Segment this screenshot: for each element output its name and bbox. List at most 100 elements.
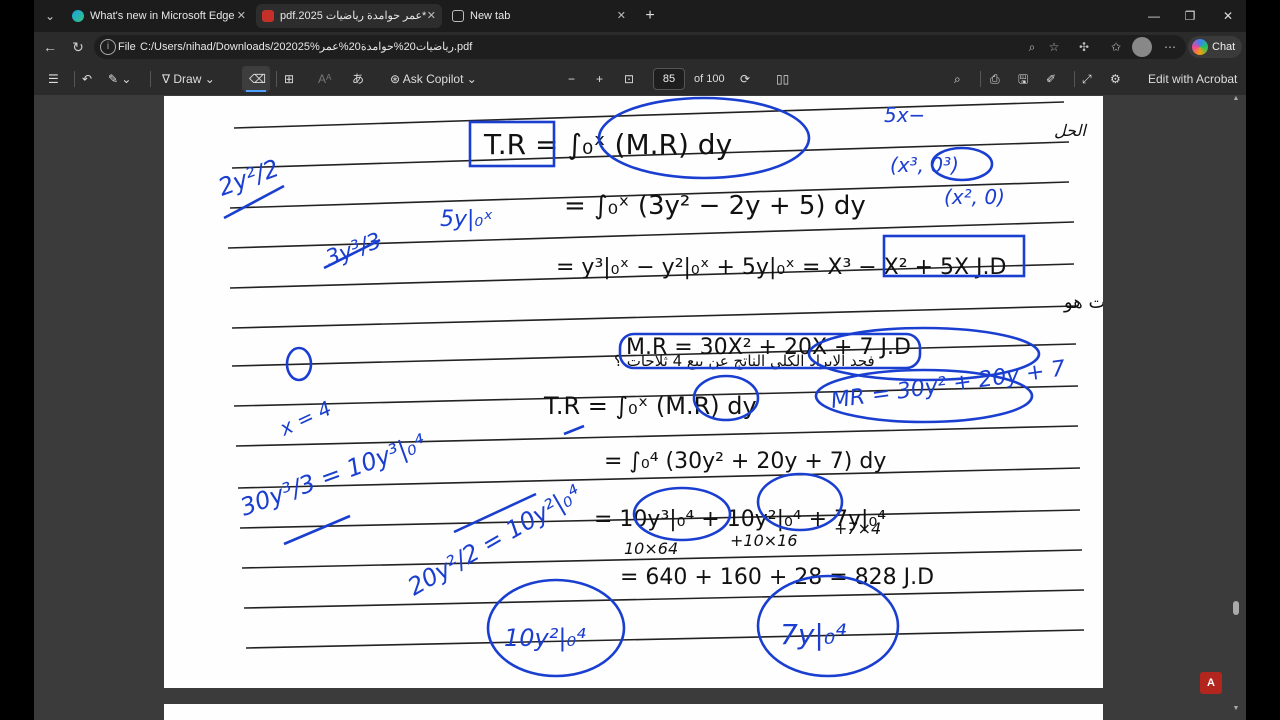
- text-box-icon[interactable]: ⊞: [284, 70, 294, 88]
- close-icon[interactable]: ✕: [237, 4, 246, 28]
- printed-line: = ∫₀ˣ (3y² − 2y + 5) dy: [564, 191, 866, 221]
- active-indicator: [246, 90, 266, 92]
- zoom-icon[interactable]: ⌕: [1024, 39, 1040, 55]
- tab-label: New tab: [470, 10, 511, 22]
- save-icon[interactable]: 🖫: [1018, 70, 1028, 88]
- eraser-icon: ⌫: [249, 72, 266, 86]
- tab-pdf[interactable]: pdf.2025 عمر حوامدة رياضيات* ✕: [256, 4, 442, 28]
- divider: [150, 71, 151, 87]
- annotation: (x², 0): [944, 185, 1005, 209]
- tab-whats-new[interactable]: What's new in Microsoft Edge ✕: [66, 4, 252, 28]
- search-icon[interactable]: ⌕: [954, 70, 961, 88]
- erase-button[interactable]: ⌫: [242, 66, 270, 92]
- tab-label: What's new in Microsoft Edge: [90, 10, 235, 22]
- printed-line: T.R = ∫₀ˣ (M.R) dy: [543, 392, 757, 420]
- tab-actions-menu-button[interactable]: ⌄: [40, 6, 60, 26]
- pdf-page: T.R = ∫₀ˣ (M.R) dy = ∫₀ˣ (3y² − 2y + 5) …: [164, 96, 1103, 688]
- page-number-input[interactable]: 85: [653, 68, 685, 90]
- printed-line: مثال : اذا كان اقتران الايراد الحدي الشه…: [1063, 292, 1103, 313]
- more-options-icon[interactable]: ⋯: [1162, 39, 1178, 55]
- annotation: +10×16: [730, 531, 798, 550]
- highlight-icon[interactable]: ✎ ⌄: [108, 70, 131, 88]
- divider: [276, 71, 277, 87]
- settings-gear-icon[interactable]: ⚙: [1110, 70, 1121, 88]
- chat-label: Chat: [1212, 41, 1236, 53]
- acrobat-icon[interactable]: A: [1200, 672, 1222, 694]
- next-pdf-page: [164, 704, 1103, 720]
- annotation: x = 4: [275, 396, 335, 441]
- text-format-icon: Aᴬ: [318, 72, 332, 86]
- favorites-icon[interactable]: ✩: [1108, 39, 1124, 55]
- close-icon[interactable]: ✕: [427, 4, 436, 28]
- print-icon[interactable]: ⎙: [990, 70, 1000, 88]
- scroll-up-arrow[interactable]: ▲: [1231, 94, 1241, 104]
- annotation: 10×64: [624, 539, 678, 558]
- address-bar-row: ← ↻ i File C:/Users/nihad/Downloads/2020…: [34, 32, 1246, 62]
- annotation: 30y³/3 = 10y³|₀⁴: [236, 429, 429, 522]
- annotation: 2y²/2: [214, 154, 282, 202]
- annotation: (x³, 0³): [890, 153, 959, 177]
- tab-label: pdf.2025 عمر حوامدة رياضيات*: [280, 10, 427, 22]
- zoom-out-icon[interactable]: −: [568, 70, 575, 88]
- info-icon[interactable]: i: [100, 39, 116, 55]
- page-view-icon[interactable]: ▯▯: [776, 70, 789, 88]
- annotation: 20y²/2 = 10y²|₀⁴: [403, 479, 586, 601]
- scrollbar-thumb[interactable]: [1233, 601, 1239, 615]
- copilot-chat-button[interactable]: Chat: [1188, 36, 1242, 58]
- draw-button[interactable]: ∇ Draw ⌄: [162, 70, 215, 88]
- favorite-star-icon[interactable]: ☆: [1046, 39, 1062, 55]
- save-as-icon[interactable]: ✐: [1046, 70, 1056, 88]
- ruled-line: [233, 101, 1065, 129]
- edit-with-acrobat-button[interactable]: Edit with Acrobat: [1148, 70, 1237, 88]
- avatar[interactable]: [1132, 37, 1152, 57]
- chevron-down-icon: ⌄: [204, 72, 215, 86]
- close-icon[interactable]: ✕: [617, 4, 626, 28]
- draw-label: Draw: [173, 72, 202, 86]
- new-tab-button[interactable]: +: [640, 6, 660, 26]
- pdf-viewer[interactable]: T.R = ∫₀ˣ (M.R) dy = ∫₀ˣ (3y² − 2y + 5) …: [34, 94, 1246, 720]
- ink-line: [283, 514, 351, 546]
- new-tab-page-icon: [452, 10, 464, 22]
- draw-icon: ∇: [162, 72, 174, 86]
- ruled-line: [235, 425, 1079, 447]
- fullscreen-icon[interactable]: ⤢: [1082, 70, 1092, 88]
- printed-line: = ∫₀⁴ (30y² + 20y + 7) dy: [604, 449, 886, 474]
- printed-line: T.R = ∫₀ˣ (M.R) dy: [483, 128, 732, 161]
- ask-copilot-label: Ask Copilot: [402, 72, 464, 86]
- ink-line: [563, 424, 585, 436]
- ruled-line: [231, 305, 1077, 329]
- annotation: الحل: [1054, 121, 1087, 140]
- restore-button[interactable]: ❐: [1172, 4, 1208, 28]
- close-window-button[interactable]: ✕: [1210, 4, 1246, 28]
- annotation: 5y|₀ˣ: [440, 207, 493, 232]
- minimize-button[interactable]: —: [1136, 4, 1172, 28]
- url-text[interactable]: C:/Users/nihad/Downloads/202025%رياضيات2…: [140, 35, 472, 59]
- scheme-label: File: [118, 41, 136, 53]
- tab-bar: ⌄ What's new in Microsoft Edge ✕ pdf.202…: [34, 0, 1246, 32]
- annotation: 7y|₀⁴: [780, 618, 846, 651]
- tab-new-tab[interactable]: New tab ✕: [446, 4, 632, 28]
- ruled-line: [243, 589, 1085, 609]
- fit-page-icon[interactable]: ⊡: [624, 70, 634, 88]
- back-button[interactable]: ←: [40, 37, 60, 57]
- printed-line: = 640 + 160 + 28 = 828 J.D: [620, 565, 934, 590]
- refresh-button[interactable]: ↻: [68, 37, 88, 57]
- annotation: +7×4: [834, 519, 881, 538]
- zoom-in-icon[interactable]: +: [596, 70, 603, 88]
- copilot-icon: ⊛: [390, 72, 403, 86]
- edge-icon: [72, 10, 84, 22]
- scroll-down-arrow[interactable]: ▼: [1231, 704, 1241, 714]
- rotate-icon[interactable]: ⟳: [740, 70, 750, 88]
- chevron-down-icon: ⌄: [466, 72, 477, 86]
- ask-copilot-button[interactable]: ⊛ Ask Copilot ⌄: [390, 70, 477, 88]
- extensions-icon[interactable]: ✣: [1076, 39, 1092, 55]
- browser-window: ⌄ What's new in Microsoft Edge ✕ pdf.202…: [34, 0, 1246, 720]
- annotation: 5x−: [884, 103, 925, 127]
- address-bar[interactable]: i File C:/Users/nihad/Downloads/202025%ر…: [94, 35, 1186, 59]
- read-aloud-icon[interactable]: あ: [352, 70, 364, 88]
- undo-icon[interactable]: ↶: [82, 70, 92, 88]
- ruled-line: [245, 629, 1085, 649]
- contents-icon[interactable]: ☰: [48, 70, 59, 88]
- copilot-icon: [1192, 39, 1208, 55]
- divider: [74, 71, 75, 87]
